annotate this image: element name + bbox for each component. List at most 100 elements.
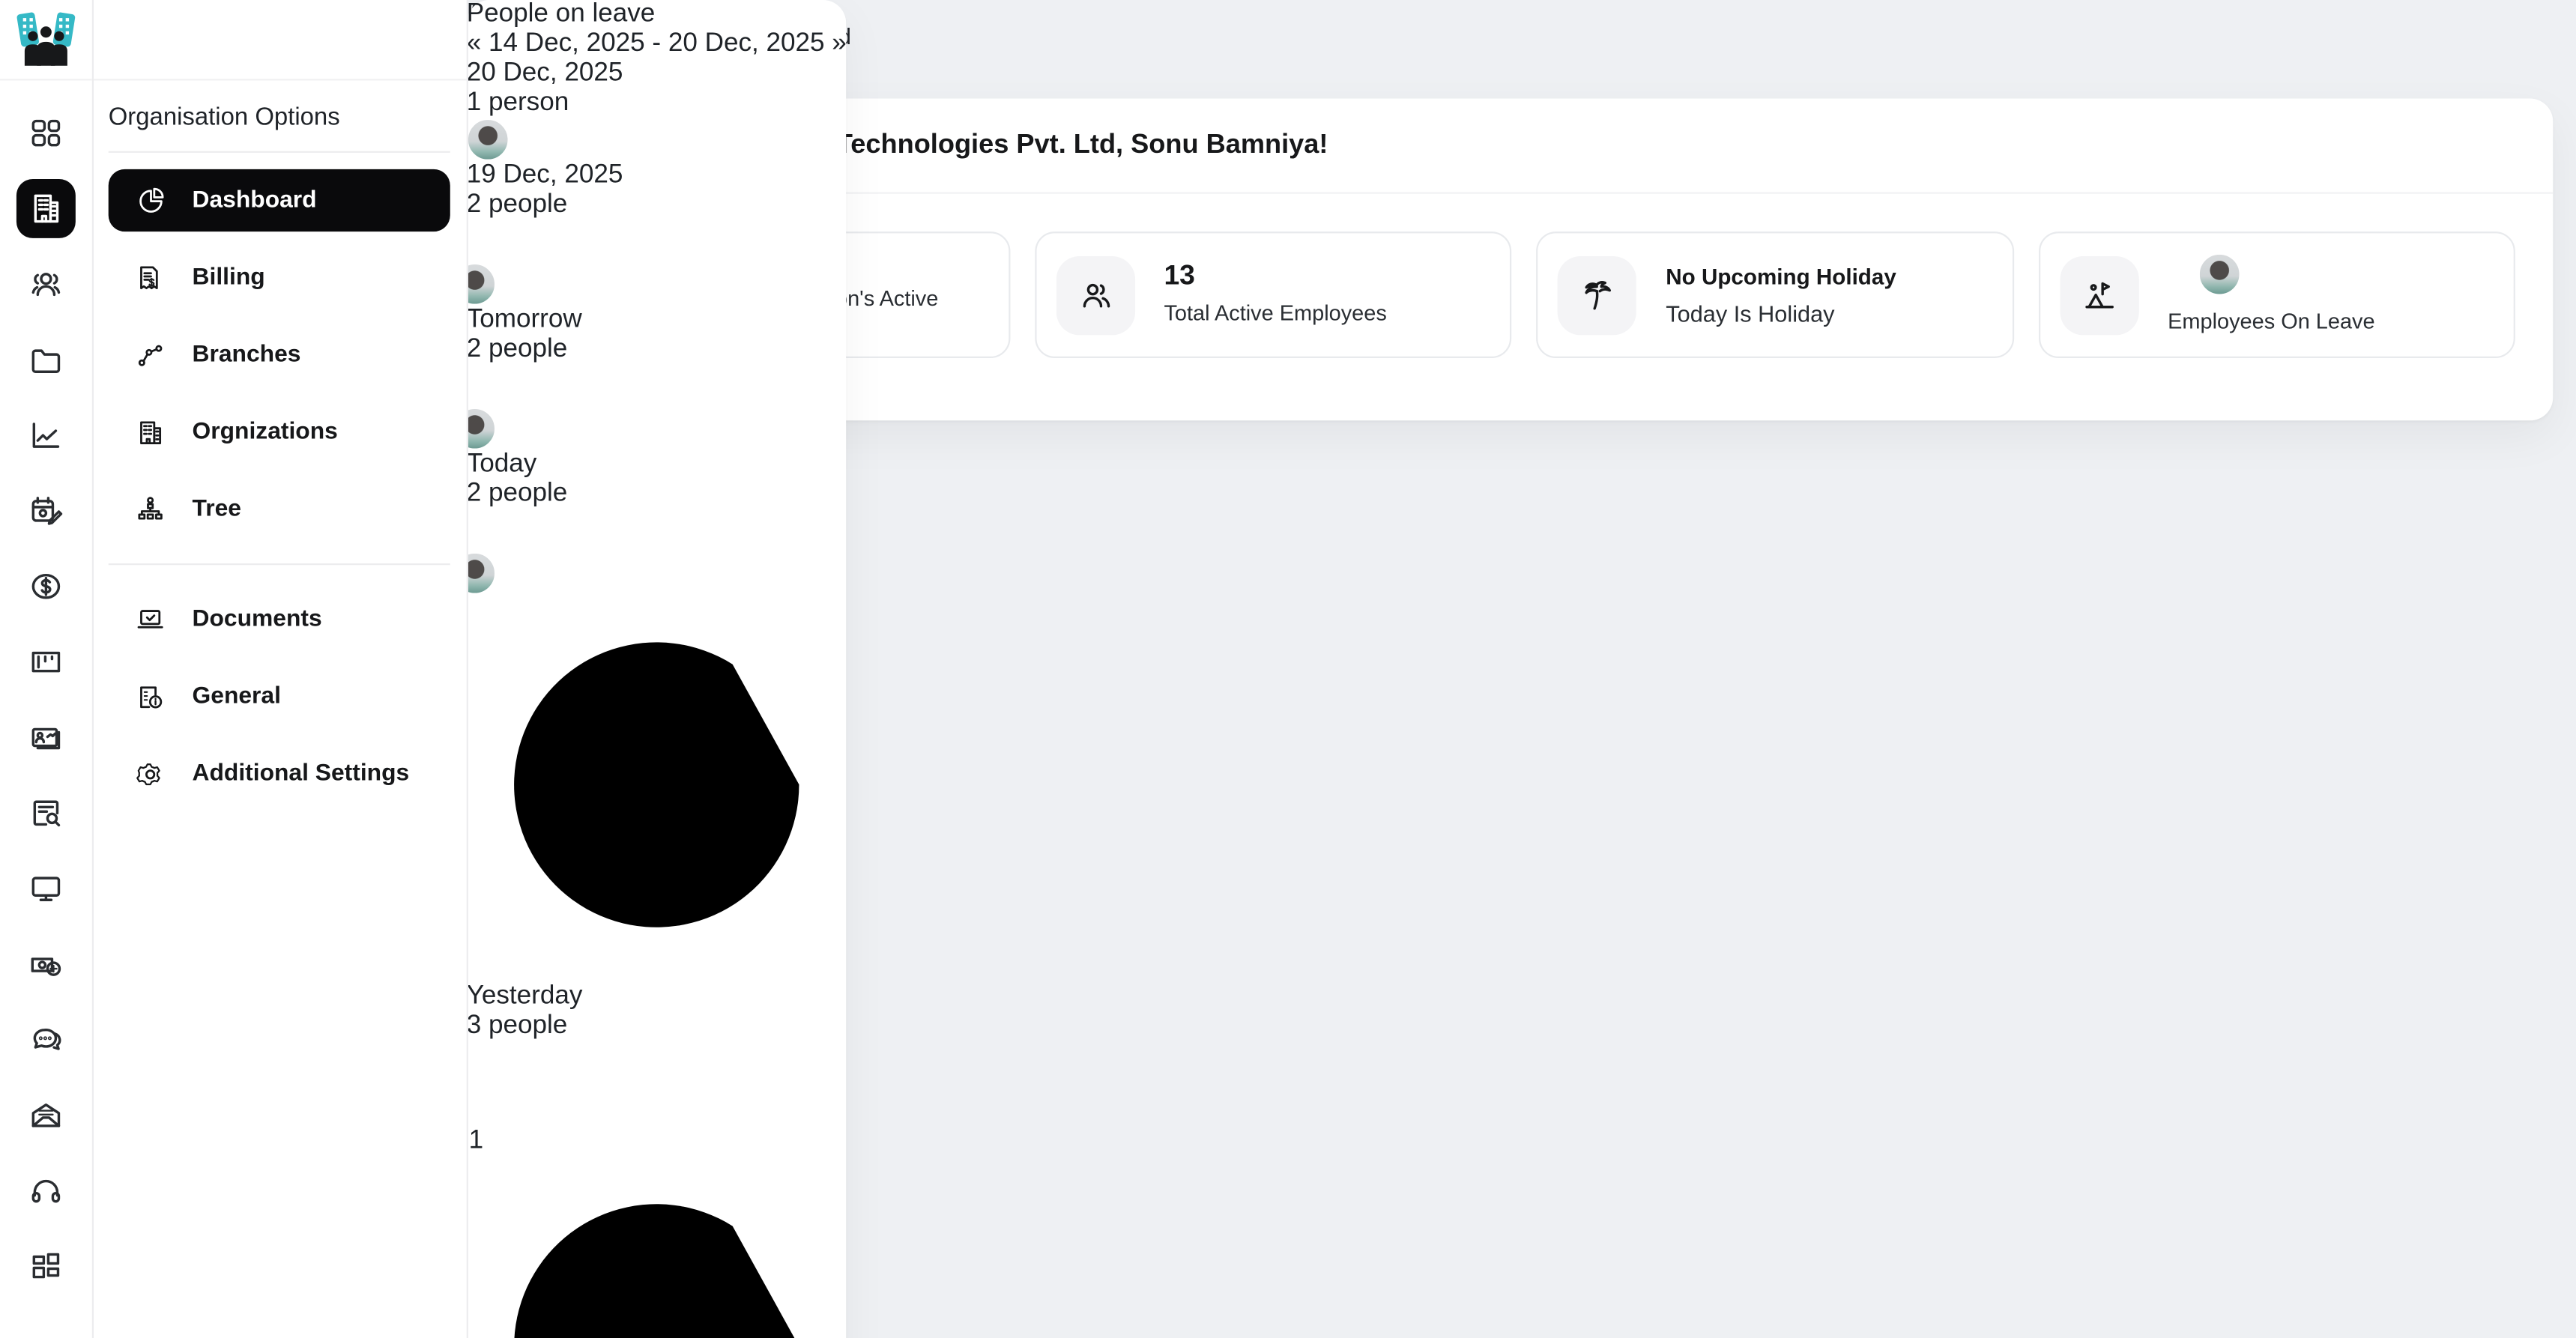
org-tree-icon xyxy=(135,494,166,525)
avatar xyxy=(467,220,510,263)
leave-row[interactable]: Yesterday 3 people +1 xyxy=(467,595,847,1157)
rail-apps-grid-2-icon[interactable] xyxy=(16,1237,76,1296)
leave-date: Today xyxy=(467,450,847,479)
leave-range-nav: « 14 Dec, 2025 - 20 Dec, 2025 » xyxy=(467,29,847,58)
leave-row[interactable]: Tomorrow 2 people xyxy=(467,306,847,450)
rail-dollar-coin-icon[interactable] xyxy=(16,557,76,616)
leave-count: 1 person xyxy=(467,88,847,118)
avatar xyxy=(467,365,510,408)
stat-card-employees-on-leave: Employees On Leave xyxy=(2038,231,2515,358)
range-prev-icon[interactable]: « xyxy=(467,29,482,57)
rail-building-icon[interactable] xyxy=(16,179,76,238)
sidebar-item-label: Billing xyxy=(193,264,265,291)
check-circle-icon xyxy=(467,595,847,983)
more-count-badge: +1 xyxy=(453,1127,847,1157)
palm-tree-icon xyxy=(1558,255,1636,334)
leave-avatars xyxy=(467,220,847,306)
leave-row[interactable]: 20 Dec, 2025 1 person xyxy=(467,59,847,161)
leave-count: 3 people xyxy=(467,1012,847,1041)
avatar xyxy=(2198,252,2240,295)
leave-date: 20 Dec, 2025 xyxy=(467,59,847,88)
rail-headset-icon[interactable] xyxy=(16,1161,76,1220)
rail-monitor-icon[interactable] xyxy=(16,859,76,918)
main-content: > Organization > Dashboard Welcome to Ze… xyxy=(467,0,2576,1338)
rail-users-icon[interactable] xyxy=(16,255,76,314)
leave-timeline: 20 Dec, 2025 1 person 19 Dec, 2025 2 peo… xyxy=(467,59,847,1338)
range-next-icon[interactable]: » xyxy=(832,29,847,57)
brand-logo-icon xyxy=(16,11,76,67)
divider xyxy=(109,563,450,565)
rail-folder-icon[interactable] xyxy=(16,330,76,390)
leave-avatars xyxy=(2168,252,2374,295)
leave-row[interactable]: Today 2 people xyxy=(467,450,847,595)
laptop-check-icon xyxy=(135,604,166,635)
rail-kanban-icon[interactable] xyxy=(16,632,76,691)
rail-payroll-icon[interactable] xyxy=(16,935,76,994)
rail-chat-icon[interactable] xyxy=(16,1010,76,1069)
document-info-icon xyxy=(135,681,166,712)
sidebar-item-branches[interactable]: Branches xyxy=(109,324,450,386)
gear-icon xyxy=(135,758,166,790)
avatar xyxy=(467,118,510,161)
sidebar-item-organizations[interactable]: Orgnizations xyxy=(109,401,450,463)
sidebar-item-dashboard[interactable]: Dashboard xyxy=(109,169,450,231)
pie-chart-icon xyxy=(135,185,166,217)
leave-date: Yesterday xyxy=(467,983,847,1012)
rail-mail-icon[interactable] xyxy=(16,1086,76,1145)
stat-card-total-employees: 13 Total Active Employees xyxy=(1034,231,1511,358)
leave-avatars: +1 xyxy=(467,1042,847,1157)
sidebar-item-tree[interactable]: Tree xyxy=(109,478,450,540)
stat-card-holiday: No Upcoming Holiday Today Is Holiday xyxy=(1536,231,2013,358)
people-on-leave-card: People on leave « 14 Dec, 2025 - 20 Dec,… xyxy=(467,0,847,1338)
branch-icon xyxy=(135,339,166,371)
stat-title: No Upcoming Holiday xyxy=(1666,264,1896,288)
leave-avatars xyxy=(467,365,847,450)
sidebar-item-label: General xyxy=(193,683,281,709)
rail-line-chart-icon[interactable] xyxy=(16,406,76,465)
icon-rail xyxy=(0,0,94,1338)
sidebar-item-label: Orgnizations xyxy=(193,419,338,445)
leave-avatars xyxy=(467,118,847,161)
bill-receipt-icon xyxy=(135,262,166,294)
leave-count: 2 people xyxy=(467,190,847,220)
app-logo[interactable] xyxy=(0,0,92,80)
stat-label: Employees On Leave xyxy=(2168,306,2374,337)
leave-date: Tomorrow xyxy=(467,306,847,335)
leave-count: 2 people xyxy=(467,335,847,364)
stat-value: 13 xyxy=(1164,260,1386,293)
leave-avatars xyxy=(467,509,847,595)
avatar xyxy=(467,1042,510,1085)
building-icon xyxy=(135,417,166,448)
app-window: Organisation Options Dashboard Billing B… xyxy=(0,0,2576,1338)
sidebar-item-label: Branches xyxy=(193,342,301,368)
sidebar-item-label: Tree xyxy=(193,496,241,522)
sidebar-item-label: Documents xyxy=(193,606,322,632)
vacation-icon xyxy=(2059,255,2138,334)
sidebar-title: Organisation Options xyxy=(92,80,467,151)
users-icon xyxy=(1056,255,1134,334)
sidebar-menu: Dashboard Billing Branches Orgnizations … xyxy=(92,153,467,805)
rail-id-card-icon[interactable] xyxy=(16,708,76,767)
stat-subtitle: Today Is Holiday xyxy=(1666,300,1896,326)
leave-count: 2 people xyxy=(467,479,847,509)
sidebar-item-additional-settings[interactable]: Additional Settings xyxy=(109,742,450,805)
sidebar-item-billing[interactable]: Billing xyxy=(109,246,450,309)
check-circle-icon xyxy=(467,1157,847,1338)
leave-row[interactable]: 19 Dec, 2025 2 people xyxy=(467,161,847,306)
rail-icon-list xyxy=(0,80,92,1296)
leave-date-range: 14 Dec, 2025 - 20 Dec, 2025 xyxy=(489,29,825,57)
sidebar-item-general[interactable]: General xyxy=(109,665,450,727)
stat-label: Total Active Employees xyxy=(1164,298,1386,330)
leave-date: 19 Dec, 2025 xyxy=(467,161,847,190)
rail-calendar-edit-icon[interactable] xyxy=(16,481,76,540)
sidebar: Organisation Options Dashboard Billing B… xyxy=(92,0,468,1338)
rail-document-search-icon[interactable] xyxy=(16,784,76,843)
sidebar-item-documents[interactable]: Documents xyxy=(109,588,450,650)
rail-apps-grid-icon[interactable] xyxy=(16,103,76,163)
leave-row[interactable]: 15 Dec, 2025 4 people +2 xyxy=(467,1157,847,1338)
sidebar-item-label: Additional Settings xyxy=(193,760,410,787)
sidebar-top-spacer xyxy=(92,0,467,80)
avatar xyxy=(467,509,510,552)
people-on-leave-title: People on leave xyxy=(467,0,847,29)
sidebar-item-label: Dashboard xyxy=(193,187,317,214)
